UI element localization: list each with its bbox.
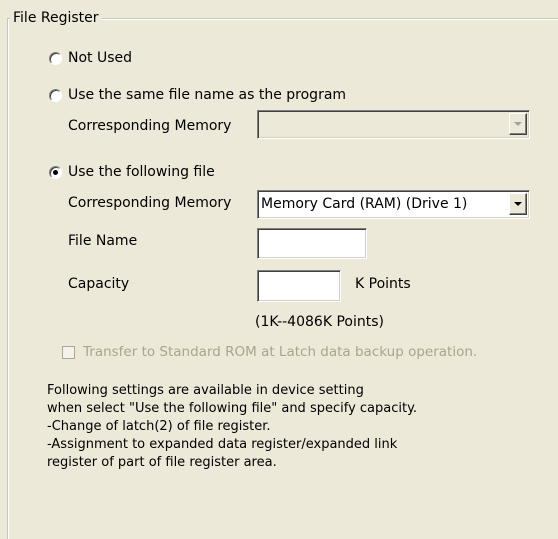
radio-selected-dot	[53, 170, 58, 175]
note-line-4: -Assignment to expanded data register/ex…	[47, 437, 398, 452]
note-line-2: when select "Use the following file" and…	[47, 401, 418, 416]
following-file-label[interactable]: Use the following file	[68, 163, 215, 181]
transfer-checkbox[interactable]	[62, 346, 75, 359]
note-line-5: register of part of file register area.	[47, 455, 277, 470]
note-line-1: Following settings are available in devi…	[47, 383, 364, 398]
file-name-label: File Name	[68, 233, 138, 249]
chevron-down-icon	[514, 202, 522, 206]
not-used-radio[interactable]	[49, 52, 62, 65]
chevron-down-icon	[514, 122, 522, 126]
same-name-radio[interactable]	[49, 89, 62, 102]
transfer-checkbox-label: Transfer to Standard ROM at Latch data b…	[83, 344, 478, 360]
capacity-label: Capacity	[68, 276, 130, 292]
capacity-unit: K Points	[355, 276, 411, 292]
same-name-label[interactable]: Use the same file name as the program	[68, 86, 346, 104]
same-name-memory-label: Corresponding Memory	[68, 118, 232, 134]
following-memory-label: Corresponding Memory	[68, 195, 232, 211]
not-used-label[interactable]: Not Used	[68, 49, 132, 67]
following-memory-dropdown-button[interactable]	[509, 193, 527, 215]
same-name-memory-dropdown-button[interactable]	[509, 113, 527, 135]
group-title: File Register	[10, 9, 102, 27]
capacity-range-hint: (1K--4086K Points)	[255, 314, 384, 330]
following-memory-select[interactable]: Memory Card (RAM) (Drive 1)	[257, 190, 530, 219]
note-line-3: -Change of latch(2) of file register.	[47, 419, 271, 434]
same-name-memory-select[interactable]	[257, 110, 530, 139]
capacity-input[interactable]	[257, 270, 341, 302]
following-file-radio[interactable]	[49, 166, 62, 179]
file-name-input[interactable]	[257, 228, 367, 259]
following-memory-value: Memory Card (RAM) (Drive 1)	[261, 196, 468, 212]
